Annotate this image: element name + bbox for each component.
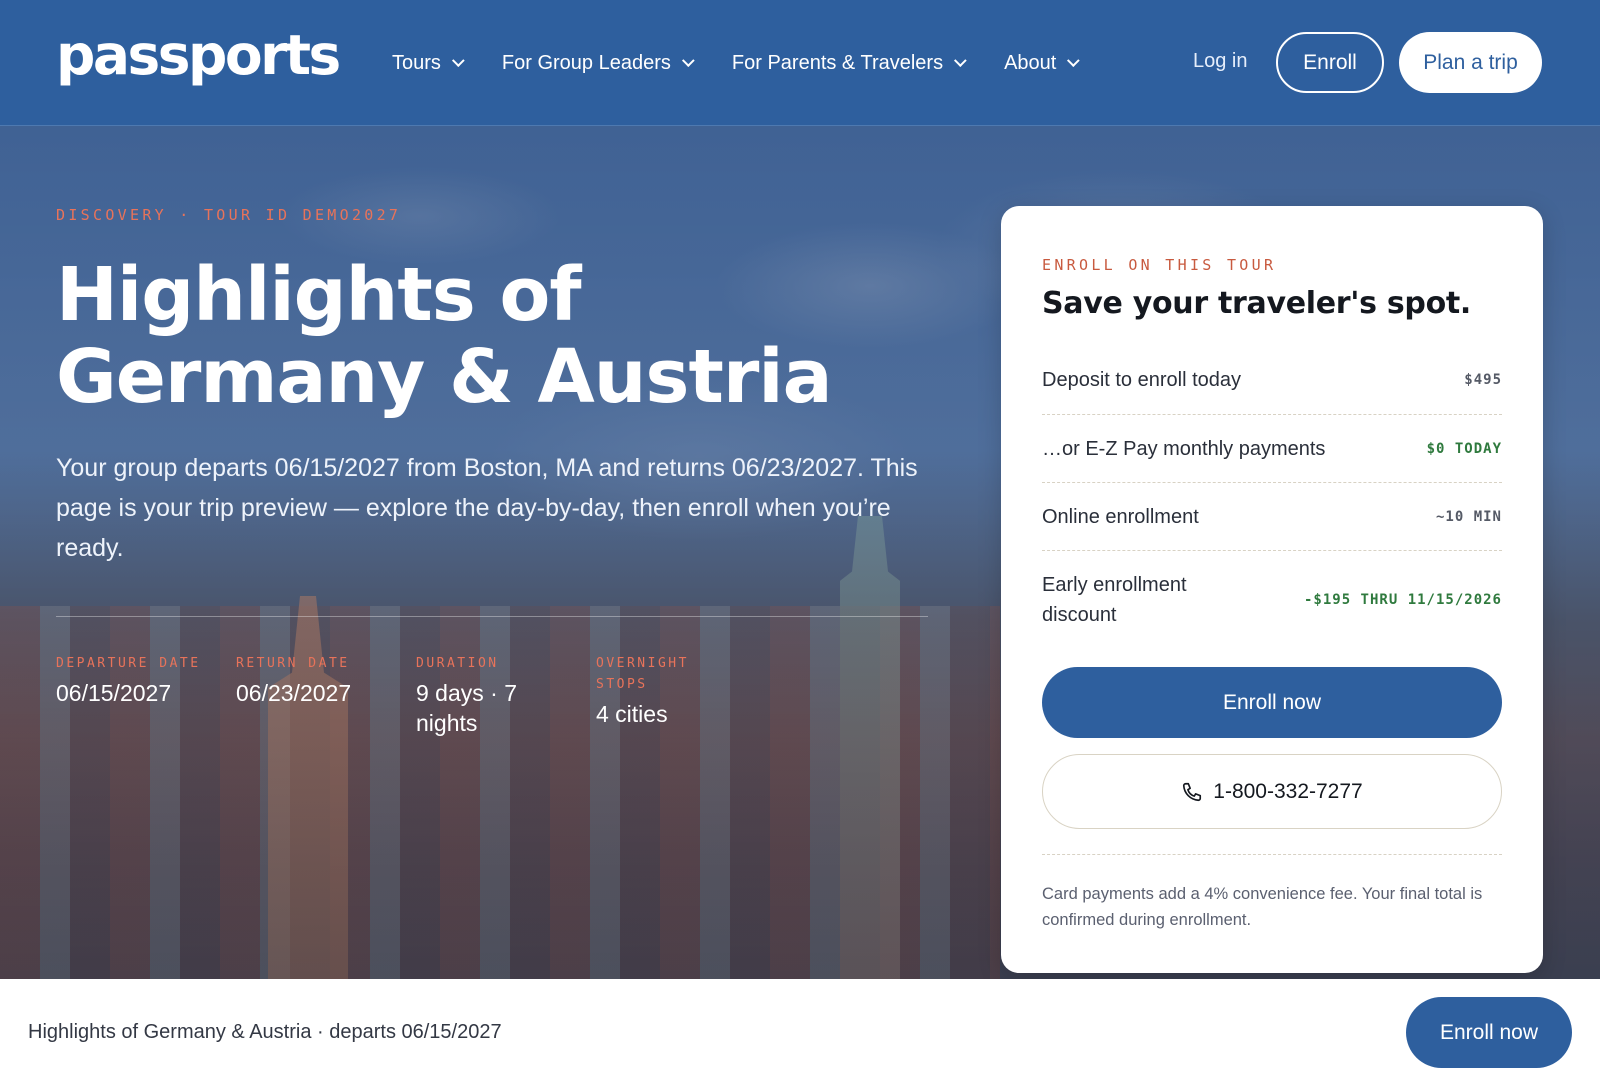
menu-item-label: For Parents & Travelers bbox=[731, 51, 944, 74]
enroll-now-footer-button[interactable]: Enroll now bbox=[1406, 997, 1572, 1068]
detail-label: Deposit to enroll today bbox=[1042, 369, 1242, 391]
tour-description: Your group departs 06/15/2027 from Bosto… bbox=[56, 454, 918, 562]
church-tower-image bbox=[840, 516, 900, 979]
stat-label: RETURN DATE bbox=[236, 656, 350, 671]
trip-stats: DEPARTURE DATE 06/15/2027 RETURN DATE 06… bbox=[56, 653, 776, 738]
divider bbox=[1042, 854, 1502, 855]
detail-label: Online enrollment bbox=[1042, 505, 1199, 528]
detail-value: $0 TODAY bbox=[1426, 440, 1502, 457]
menu-item-about[interactable]: About bbox=[1004, 51, 1081, 75]
stat-return: RETURN DATE 06/23/2027 bbox=[236, 653, 416, 738]
enroll-card: ENROLL ON THIS TOUR Save your traveler's… bbox=[1001, 206, 1543, 973]
stat-label: DEPARTURE DATE bbox=[56, 656, 201, 671]
stat-departure: DEPARTURE DATE 06/15/2027 bbox=[56, 653, 236, 738]
detail-value: ~10 MIN bbox=[1435, 508, 1502, 525]
chevron-down-icon bbox=[681, 53, 695, 67]
enroll-now-button[interactable]: Enroll now bbox=[1042, 667, 1502, 738]
card-eyebrow: ENROLL ON THIS TOUR bbox=[1042, 256, 1277, 274]
detail-row-deposit: Deposit to enroll today $495 bbox=[1042, 346, 1502, 415]
stat-value: 06/15/2027 bbox=[56, 680, 172, 706]
top-navigation: passports Tours For Group Leaders For Pa… bbox=[0, 0, 1600, 126]
menu-item-tours[interactable]: Tours bbox=[392, 51, 465, 75]
detail-row-ezpay: …or E-Z Pay monthly payments $0 TODAY bbox=[1042, 415, 1502, 483]
detail-value: $495 bbox=[1464, 372, 1502, 388]
detail-row-online: Online enrollment ~10 MIN bbox=[1042, 483, 1502, 551]
tour-title-line: Germany & Austria bbox=[56, 334, 833, 420]
menu-item-group-leaders[interactable]: For Group Leaders bbox=[501, 51, 695, 75]
stat-duration: DURATION 9 days · 7 nights bbox=[416, 653, 596, 738]
detail-label: Early enrollment discount bbox=[1042, 573, 1187, 626]
main-menu: Tours For Group Leaders For Parents & Tr… bbox=[392, 0, 1117, 126]
login-link[interactable]: Log in bbox=[1193, 50, 1248, 73]
sticky-enroll-bar: Highlights of Germany & Austria · depart… bbox=[0, 979, 1600, 1086]
stat-overnight: OVERNIGHT STOPS 4 cities bbox=[596, 653, 776, 738]
stat-label: OVERNIGHT STOPS bbox=[596, 656, 689, 692]
detail-value: -$195 THRU 11/15/2026 bbox=[1303, 591, 1502, 608]
phone-icon bbox=[1183, 782, 1202, 801]
chevron-down-icon bbox=[451, 53, 465, 67]
divider bbox=[56, 616, 928, 617]
stat-label: DURATION bbox=[416, 656, 499, 671]
chevron-down-icon bbox=[954, 53, 967, 67]
phone-number: 1-800-332-7277 bbox=[1213, 779, 1363, 803]
detail-row-discount: Early enrollment discount -$195 THRU 11/… bbox=[1042, 551, 1502, 648]
menu-item-label: Tours bbox=[392, 51, 441, 74]
tour-summary: Highlights of Germany & Austria · depart… bbox=[28, 1021, 502, 1043]
tour-title-line: Highlights of bbox=[56, 252, 582, 338]
tour-title: Highlights of Germany & Austria bbox=[56, 254, 956, 418]
passports-logo[interactable]: passports bbox=[56, 28, 341, 83]
enroll-details: Deposit to enroll today $495 …or E-Z Pay… bbox=[1042, 346, 1502, 648]
detail-label: …or E-Z Pay monthly payments bbox=[1042, 437, 1326, 460]
stat-value: 06/23/2027 bbox=[236, 680, 352, 706]
plan-trip-button[interactable]: Plan a trip bbox=[1399, 32, 1542, 93]
chevron-down-icon bbox=[1067, 53, 1081, 67]
call-button[interactable]: 1-800-332-7277 bbox=[1042, 754, 1502, 829]
menu-item-label: For Group Leaders bbox=[501, 51, 671, 74]
menu-item-label: About bbox=[1004, 51, 1057, 74]
fee-note: Card payments add a 4% convenience fee. … bbox=[1042, 885, 1483, 929]
stat-value: 9 days · 7 nights bbox=[416, 680, 517, 736]
enroll-nav-button[interactable]: Enroll bbox=[1276, 32, 1384, 93]
tour-eyebrow: DISCOVERY · TOUR ID DEMO2027 bbox=[56, 206, 402, 224]
stat-value: 4 cities bbox=[596, 701, 668, 727]
menu-item-parents-travelers[interactable]: For Parents & Travelers bbox=[731, 51, 967, 75]
card-title: Save your traveler's spot. bbox=[1042, 286, 1472, 321]
